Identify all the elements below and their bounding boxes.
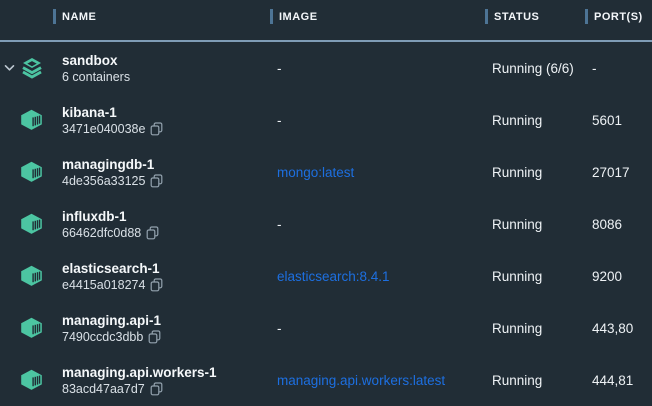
ports-cell: 5601 (585, 113, 652, 128)
container-id: 7490ccdc3dbb (62, 329, 143, 345)
container-icon (20, 369, 43, 391)
container-name: elasticsearch-1 (62, 260, 163, 277)
container-icon (20, 109, 43, 131)
containers-table: NAME IMAGE STATUS PORT(S) (0, 0, 652, 406)
container-id: 3471e040038e (62, 121, 145, 137)
name-cell: managingdb-1 4de356a33125 (0, 146, 270, 198)
container-subline: 66462dfc0d88 (62, 225, 159, 241)
name-text-block: elasticsearch-1 e4415a018274 (62, 260, 163, 293)
container-name: kibana-1 (62, 104, 163, 121)
name-cell: influxdb-1 66462dfc0d88 (0, 198, 270, 250)
container-subline: e4415a018274 (62, 277, 163, 293)
table-row[interactable]: managingdb-1 4de356a33125 mongo:latest R… (0, 146, 652, 198)
name-text-block: influxdb-1 66462dfc0d88 (62, 208, 159, 241)
container-subline: 83acd47aa7d7 (62, 381, 217, 397)
column-separator (485, 9, 488, 24)
container-rows: sandbox 6 containers - Running (6/6) - (0, 42, 652, 406)
copy-icon[interactable] (150, 382, 163, 396)
container-name: influxdb-1 (62, 208, 159, 225)
name-text-block: managingdb-1 4de356a33125 (62, 156, 163, 189)
image-cell[interactable]: mongo:latest (270, 165, 485, 180)
column-separator (585, 9, 588, 24)
container-icon (20, 265, 43, 287)
container-icon (20, 161, 43, 183)
ports-cell: - (585, 61, 652, 76)
container-icon (20, 317, 43, 339)
table-row[interactable]: elasticsearch-1 e4415a018274 elasticsear… (0, 250, 652, 302)
status-cell: Running (6/6) (485, 61, 585, 76)
ports-cell: 443,80 (585, 321, 652, 336)
container-name: sandbox (62, 52, 130, 69)
table-row[interactable]: managing.api-1 7490ccdc3dbb - Running 44… (0, 302, 652, 354)
copy-icon[interactable] (146, 226, 159, 240)
name-text-block: sandbox 6 containers (62, 52, 130, 85)
container-id: e4415a018274 (62, 277, 145, 293)
image-cell[interactable]: elasticsearch:8.4.1 (270, 269, 485, 284)
name-text-block: managing.api.workers-1 83acd47aa7d7 (62, 364, 217, 397)
image-cell: - (270, 321, 485, 336)
container-id: 6 containers (62, 69, 130, 85)
column-header-status[interactable]: STATUS (485, 9, 585, 24)
copy-icon[interactable] (148, 330, 161, 344)
column-header-name[interactable]: NAME (0, 9, 270, 24)
status-cell: Running (485, 217, 585, 232)
ports-cell: 8086 (585, 217, 652, 232)
container-name: managingdb-1 (62, 156, 163, 173)
ports-cell: 444,81 (585, 373, 652, 388)
container-subline: 4de356a33125 (62, 173, 163, 189)
status-cell: Running (485, 269, 585, 284)
image-cell: - (270, 61, 485, 76)
status-cell: Running (485, 165, 585, 180)
container-icon (20, 213, 43, 235)
name-cell: kibana-1 3471e040038e (0, 94, 270, 146)
name-text-block: managing.api-1 7490ccdc3dbb (62, 312, 161, 345)
column-header-image[interactable]: IMAGE (270, 9, 485, 24)
table-header: NAME IMAGE STATUS PORT(S) (0, 0, 652, 42)
column-header-label: STATUS (494, 11, 539, 23)
table-row[interactable]: managing.api.workers-1 83acd47aa7d7 mana… (0, 354, 652, 406)
image-cell[interactable]: managing.api.workers:latest (270, 373, 485, 388)
name-cell: managing.api.workers-1 83acd47aa7d7 (0, 354, 270, 406)
expander-chevron-icon[interactable] (4, 64, 15, 72)
status-cell: Running (485, 321, 585, 336)
container-id: 4de356a33125 (62, 173, 145, 189)
name-text-block: kibana-1 3471e040038e (62, 104, 163, 137)
column-header-label: IMAGE (279, 11, 318, 23)
table-row[interactable]: sandbox 6 containers - Running (6/6) - (0, 42, 652, 94)
container-id: 66462dfc0d88 (62, 225, 141, 241)
image-cell: - (270, 113, 485, 128)
name-cell: sandbox 6 containers (0, 42, 270, 94)
container-name: managing.api.workers-1 (62, 364, 217, 381)
status-cell: Running (485, 113, 585, 128)
copy-icon[interactable] (150, 278, 163, 292)
column-header-label: NAME (62, 11, 96, 23)
copy-icon[interactable] (150, 174, 163, 188)
table-row[interactable]: kibana-1 3471e040038e - Running 5601 (0, 94, 652, 146)
ports-cell: 27017 (585, 165, 652, 180)
name-cell: managing.api-1 7490ccdc3dbb (0, 302, 270, 354)
container-id: 83acd47aa7d7 (62, 381, 145, 397)
table-row[interactable]: influxdb-1 66462dfc0d88 - Running 8086 (0, 198, 652, 250)
status-cell: Running (485, 373, 585, 388)
name-cell: elasticsearch-1 e4415a018274 (0, 250, 270, 302)
ports-cell: 9200 (585, 269, 652, 284)
container-subline: 3471e040038e (62, 121, 163, 137)
copy-icon[interactable] (150, 122, 163, 136)
column-header-ports[interactable]: PORT(S) (585, 9, 652, 24)
image-cell: - (270, 217, 485, 232)
column-header-label: PORT(S) (594, 11, 643, 23)
column-separator (270, 9, 273, 24)
container-name: managing.api-1 (62, 312, 161, 329)
container-subline: 7490ccdc3dbb (62, 329, 161, 345)
stack-icon (20, 57, 44, 80)
container-subline: 6 containers (62, 69, 130, 85)
column-separator (53, 9, 56, 24)
